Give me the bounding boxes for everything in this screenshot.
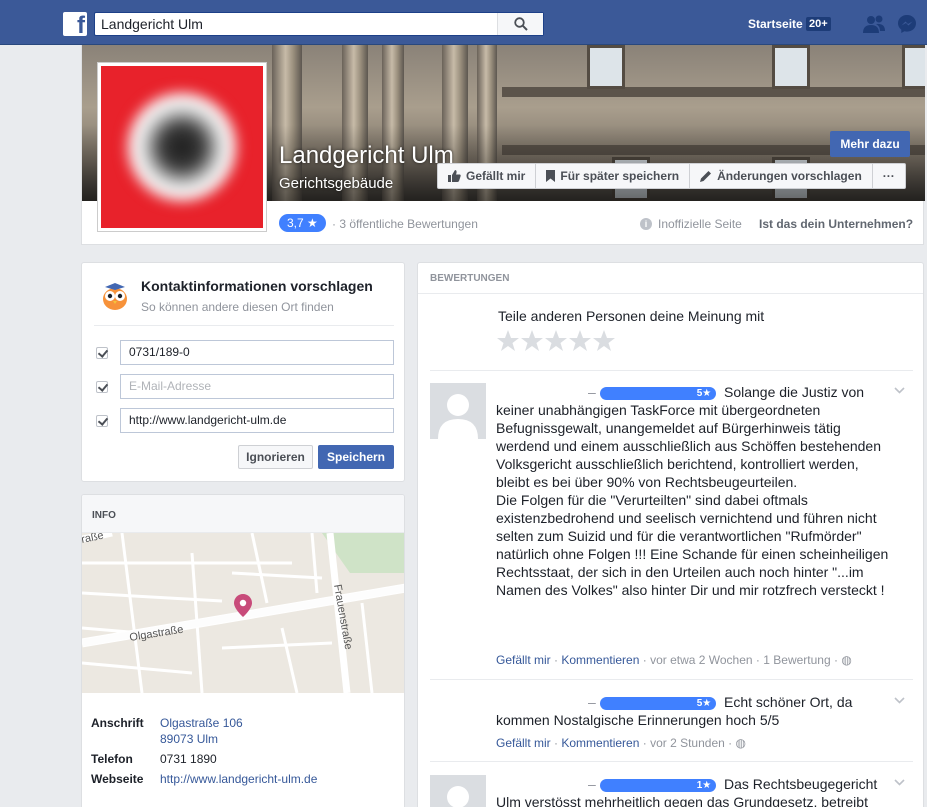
review-item: – 5★ Solange die Justiz von keiner unabh… xyxy=(430,383,913,673)
star-icon[interactable] xyxy=(496,329,520,353)
phone-row: 0731/189-0 xyxy=(94,340,394,366)
website-field[interactable]: http://www.landgericht-ulm.de xyxy=(120,408,394,433)
phone-value: 0731 1890 xyxy=(160,752,217,766)
claim-business-link[interactable]: Ist das dein Unternehmen? xyxy=(759,217,913,231)
review-extra: 1 Bewertung · xyxy=(763,653,838,667)
home-count-badge: 20+ xyxy=(806,17,831,31)
contact-card-subtitle: So können andere diesen Ort finden xyxy=(141,300,334,314)
address-label: Anschrift xyxy=(91,716,144,730)
search-input[interactable] xyxy=(101,15,491,33)
rating-badge[interactable]: 3,7 ★ xyxy=(279,214,326,232)
comment-review-link[interactable]: Kommentieren xyxy=(561,736,639,750)
messenger-icon[interactable] xyxy=(897,14,917,34)
reviews-card: BEWERTUNGEN Teile anderen Personen deine… xyxy=(417,262,924,807)
ignore-button[interactable]: Ignorieren xyxy=(238,445,313,469)
like-review-link[interactable]: Gefällt mir xyxy=(496,736,551,750)
review-actions: Gefällt mir · Kommentieren · vor etwa 2 … xyxy=(496,653,852,667)
suggest-edits-button[interactable]: Änderungen vorschlagen xyxy=(690,164,873,188)
save-button[interactable]: Speichern xyxy=(318,445,394,469)
profile-picture[interactable] xyxy=(97,62,267,232)
avatar[interactable] xyxy=(430,775,486,807)
thumbs-up-icon xyxy=(448,170,461,182)
facebook-logo-icon[interactable]: f xyxy=(63,12,87,36)
rating-count[interactable]: · 3 öffentliche Bewertungen xyxy=(332,217,478,231)
contact-card-title: Kontaktinformationen vorschlagen xyxy=(141,278,373,294)
review-rating-badge: 5★ xyxy=(599,697,717,710)
friends-icon[interactable] xyxy=(862,14,886,34)
review-rating-badge: 1★ xyxy=(599,779,717,792)
top-bar: f Startseite 20+ xyxy=(0,0,927,45)
star-rating-input[interactable] xyxy=(496,329,616,353)
address-city-link[interactable]: 89073 Ulm xyxy=(160,732,218,746)
phone-label: Telefon xyxy=(91,752,133,766)
like-page-button[interactable]: Gefällt mir xyxy=(438,164,537,188)
search-icon xyxy=(514,17,528,31)
review-actions: Gefällt mir · Kommentieren · vor 2 Stund… xyxy=(496,736,746,750)
location-map[interactable]: Olgastraße Frauenstraße raße xyxy=(82,533,404,693)
star-icon[interactable] xyxy=(520,329,544,353)
comment-review-link[interactable]: Kommentieren xyxy=(561,653,639,667)
review-rating-badge: 5★ xyxy=(599,387,717,400)
address-street-link[interactable]: Olgastraße 106 xyxy=(160,716,243,730)
chevron-down-icon[interactable] xyxy=(894,387,905,394)
owl-icon xyxy=(103,283,127,310)
review-time[interactable]: · vor 2 Stunden · xyxy=(643,736,732,750)
info-icon: i xyxy=(640,218,652,230)
website-checkbox[interactable] xyxy=(96,415,108,427)
suggest-contact-card: Kontaktinformationen vorschlagen So könn… xyxy=(81,262,405,482)
home-link[interactable]: Startseite xyxy=(748,17,803,31)
page-header-card: Landgericht Ulm Gerichtsgebäude Mehr daz… xyxy=(81,45,925,245)
info-title: INFO xyxy=(92,510,116,521)
review-text: – 5★ Echt schöner Ort, da kommen Nostalg… xyxy=(496,694,853,728)
star-icon[interactable] xyxy=(592,329,616,353)
phone-field[interactable]: 0731/189-0 xyxy=(120,340,394,365)
unofficial-page-label[interactable]: i Inoffizielle Seite xyxy=(640,217,742,231)
star-icon[interactable] xyxy=(544,329,568,353)
bookmark-icon xyxy=(546,170,556,182)
email-field[interactable]: E-Mail-Adresse xyxy=(120,374,394,399)
email-row: E-Mail-Adresse xyxy=(94,374,394,400)
email-checkbox[interactable] xyxy=(96,381,108,393)
website-label: Webseite xyxy=(91,772,144,786)
star-icon[interactable] xyxy=(568,329,592,353)
learn-more-button[interactable]: Mehr dazu xyxy=(830,131,910,157)
avatar[interactable] xyxy=(430,383,486,439)
info-card: INFO Olgastraße Frauenstraße raße Anschr… xyxy=(81,494,405,807)
review-item: – 1★ Das Rechtsbeugegericht Ulm verstöss… xyxy=(430,775,913,807)
review-time[interactable]: · vor etwa 2 Wochen · xyxy=(643,653,760,667)
chevron-down-icon[interactable] xyxy=(894,779,905,786)
phone-checkbox[interactable] xyxy=(96,347,108,359)
page-title[interactable]: Landgericht Ulm xyxy=(279,142,454,170)
website-link[interactable]: http://www.landgericht-ulm.de xyxy=(160,772,317,786)
more-options-button[interactable]: ··· xyxy=(873,164,905,188)
review-item: – 5★ Echt schöner Ort, da kommen Nostalg… xyxy=(430,693,913,753)
page-actions: Gefällt mir Für später speichern Änderun… xyxy=(437,163,906,189)
page-category[interactable]: Gerichtsgebäude xyxy=(279,175,393,192)
search-box[interactable] xyxy=(94,12,544,36)
pencil-icon xyxy=(700,171,712,182)
search-button[interactable] xyxy=(497,13,543,35)
reviews-header: BEWERTUNGEN xyxy=(430,273,510,284)
save-for-later-button[interactable]: Für später speichern xyxy=(536,164,691,188)
like-review-link[interactable]: Gefällt mir xyxy=(496,653,551,667)
review-text: – 1★ Das Rechtsbeugegericht Ulm verstöss… xyxy=(496,776,878,807)
globe-icon: ◍ xyxy=(841,653,852,667)
website-row: http://www.landgericht-ulm.de xyxy=(94,408,394,434)
chevron-down-icon[interactable] xyxy=(894,697,905,704)
globe-icon: ◍ xyxy=(735,736,746,750)
review-text: – 5★ Solange die Justiz von keiner unabh… xyxy=(496,384,889,598)
more-icon: ··· xyxy=(882,169,895,183)
review-prompt: Teile anderen Personen deine Meinung mit xyxy=(498,308,765,324)
